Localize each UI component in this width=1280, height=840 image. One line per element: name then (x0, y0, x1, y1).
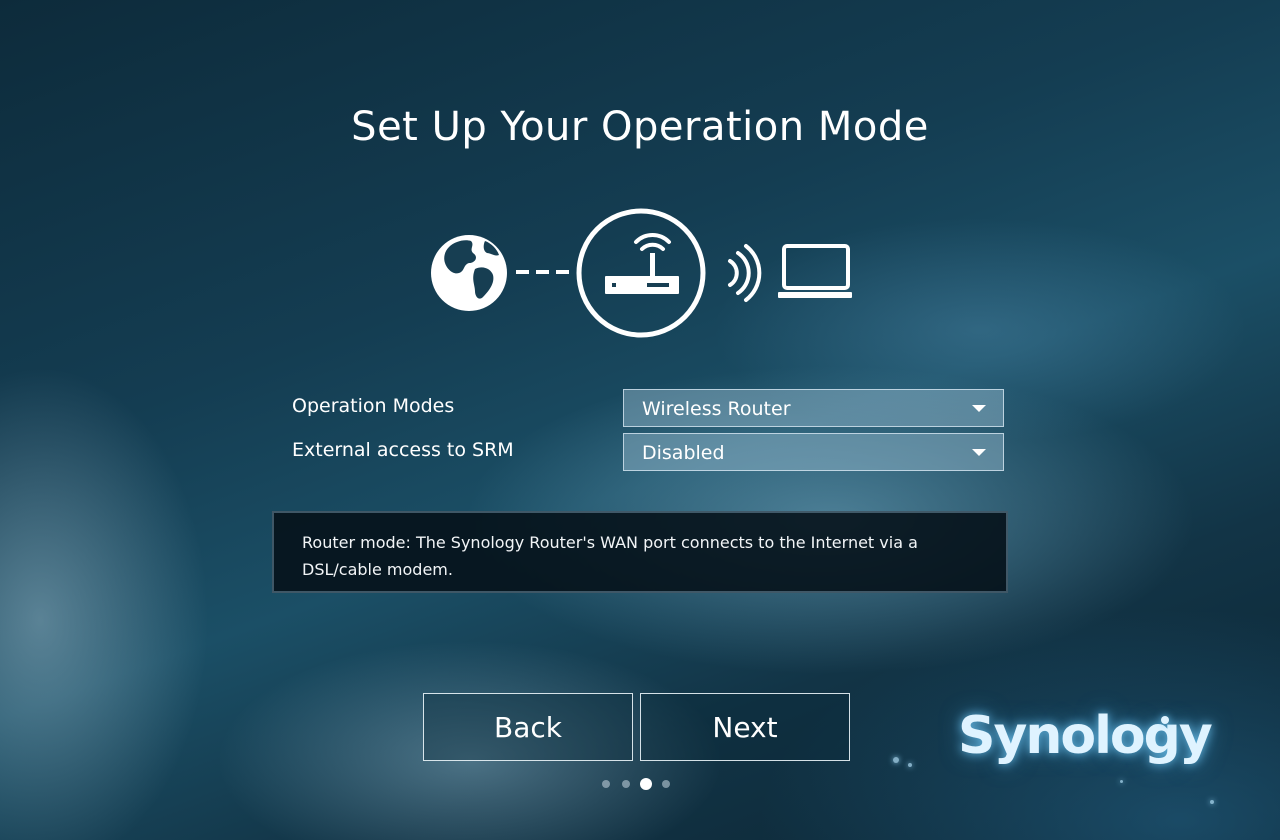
external-access-select[interactable]: Disabled (623, 433, 1004, 471)
operation-modes-select[interactable]: Wireless Router (623, 389, 1004, 427)
sparkle (893, 757, 899, 763)
external-access-label: External access to SRM (292, 439, 514, 461)
step-dot-3-active (640, 778, 652, 790)
step-dot-2 (622, 780, 630, 788)
chevron-down-icon (972, 449, 986, 456)
synology-logo: Synology (958, 706, 1213, 766)
network-diagram (431, 208, 852, 338)
mode-description-line-2: DSL/cable modem. (302, 560, 453, 579)
laptop-icon (778, 244, 852, 298)
external-access-value: Disabled (642, 442, 725, 464)
back-button[interactable]: Back (423, 693, 633, 761)
operation-modes-value: Wireless Router (642, 398, 791, 420)
chevron-down-icon (972, 405, 986, 412)
step-dot-1 (602, 780, 610, 788)
router-icon (576, 208, 706, 338)
mode-description-box: Router mode: The Synology Router's WAN p… (272, 511, 1008, 593)
logo-dot-icon (1161, 716, 1169, 724)
sparkle (1120, 780, 1123, 783)
wifi-signal-icon (728, 244, 762, 302)
operation-modes-label: Operation Modes (292, 395, 455, 417)
external-access-row: External access to SRM Disabled (292, 433, 1006, 473)
globe-icon (431, 235, 507, 311)
operation-modes-row: Operation Modes Wireless Router (292, 389, 1006, 429)
sparkle (1210, 800, 1214, 804)
page-title: Set Up Your Operation Mode (351, 104, 929, 150)
mode-description-line-1: Router mode: The Synology Router's WAN p… (302, 533, 918, 552)
step-indicator (600, 777, 680, 791)
sparkle (908, 763, 912, 767)
step-dot-4 (662, 780, 670, 788)
next-button[interactable]: Next (640, 693, 850, 761)
